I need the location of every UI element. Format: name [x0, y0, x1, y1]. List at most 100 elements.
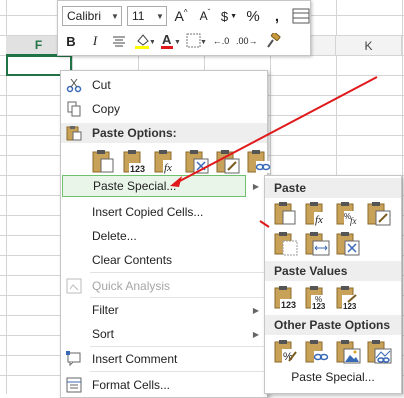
paste-formulas-icon[interactable]: fx	[303, 200, 330, 227]
menu-item-insert-comment[interactable]: Insert Comment	[61, 348, 267, 370]
paste-formulas-icon[interactable]: fx	[152, 148, 179, 175]
paste-transpose-icon[interactable]	[334, 230, 361, 257]
grow-font-button[interactable]: A ^	[172, 6, 190, 26]
paste-options-header: Paste Options:	[61, 123, 267, 143]
paste-no-borders-icon[interactable]	[272, 230, 299, 257]
menu-item-format-cells[interactable]: Format Cells...	[61, 374, 267, 396]
scissors-icon	[65, 76, 83, 94]
menu-item-sort[interactable]: Sort ▶	[61, 323, 267, 345]
menu-item-copy[interactable]: Copy	[61, 98, 267, 120]
increase-decimal-glyph: ←.0	[212, 35, 230, 46]
formula-tag: fx	[315, 214, 323, 226]
menu-item-cut[interactable]: Cut	[61, 74, 267, 96]
column-letter: K	[364, 38, 373, 53]
font-color-icon[interactable]: A ▼	[160, 31, 180, 51]
other-paste-options-row: %	[272, 338, 396, 365]
paste-icons-row-2	[272, 230, 365, 257]
shrink-font-button[interactable]: Aˇ	[196, 6, 214, 26]
paste-link-icon[interactable]	[303, 338, 330, 365]
menu-item-label: Insert Copied Cells...	[92, 205, 204, 219]
paste-options-row: 123 fx	[90, 148, 276, 175]
menu-separator	[90, 371, 265, 372]
menu-item-label: Sort	[92, 327, 115, 341]
column-header-k[interactable]: K	[336, 36, 402, 56]
paste-values-icon[interactable]: 123	[272, 284, 299, 311]
paste-column-widths-icon[interactable]	[303, 230, 330, 257]
values-tag: 123	[281, 300, 296, 310]
decrease-decimal-glyph: .00→	[236, 36, 258, 46]
fill-color-icon[interactable]: ▼	[134, 31, 154, 51]
paste-special-submenu: Paste fx % fx Paste Values 123 % 123 123 O…	[264, 175, 402, 394]
paste-formulas-number-format-icon[interactable]: % fx	[334, 200, 361, 227]
italic-glyph: I	[92, 33, 98, 48]
values-tag: 123	[343, 302, 357, 311]
bold-button[interactable]: B	[62, 31, 80, 51]
column-letter: F	[34, 38, 43, 52]
menu-item-paste-special[interactable]: Paste Special... ▶	[62, 175, 259, 197]
italic-button[interactable]: I	[86, 31, 104, 51]
paste-picture-icon[interactable]	[334, 338, 361, 365]
submenu-header-other-paste-options: Other Paste Options	[265, 315, 401, 335]
font-size-value: 11	[132, 9, 145, 23]
mini-toolbar: Calibri ▼ 11 ▼ A ^ Aˇ $ ▼ % , B I ▼ A ▼ ▼ ←…	[57, 0, 311, 56]
menu-item-label: Paste Special...	[93, 179, 177, 193]
percent-glyph: %	[246, 7, 260, 25]
paste-values-number-format-icon[interactable]: % 123	[303, 284, 330, 311]
percent-button[interactable]: %	[244, 6, 262, 26]
paste-formatting-icon[interactable]: %	[272, 338, 299, 365]
menu-item-label: Delete...	[92, 229, 137, 243]
shrink-font-glyph: A	[199, 9, 208, 23]
chevron-right-icon: ▶	[252, 305, 259, 315]
up-arrow-icon: ^	[183, 7, 188, 17]
menu-item-delete[interactable]: Delete...	[61, 225, 267, 247]
context-menu: Cut Copy Paste Options: 123 fx Paste Spe…	[60, 70, 271, 398]
comma-button[interactable]: ,	[268, 6, 286, 26]
menu-item-insert-copied-cells[interactable]: Insert Copied Cells...	[61, 201, 267, 223]
menu-item-label: Insert Comment	[92, 352, 178, 366]
borders-icon[interactable]: ▼	[186, 31, 206, 51]
format-painter-icon[interactable]	[264, 31, 282, 51]
formula-tag: fx	[164, 162, 172, 174]
decrease-decimal-button[interactable]: .00→	[236, 31, 258, 51]
format-painter-table-icon[interactable]	[292, 6, 310, 26]
menu-separator	[90, 346, 265, 347]
paste-icons-row: fx % fx	[272, 200, 396, 227]
menu-item-label: Quick Analysis	[92, 279, 171, 293]
submenu-paste-special-link[interactable]: Paste Special...	[265, 370, 401, 384]
paste-formatting-icon[interactable]	[214, 148, 241, 175]
menu-item-clear-contents[interactable]: Clear Contents	[61, 249, 267, 271]
font-name-value: Calibri	[67, 9, 102, 23]
values-tag: 123	[130, 164, 145, 174]
currency-glyph: $	[220, 8, 229, 24]
paste-icon[interactable]	[272, 200, 299, 227]
align-center-icon[interactable]	[110, 31, 128, 51]
values-tag: 123	[312, 302, 326, 311]
copy-icon	[65, 100, 83, 118]
chevron-down-icon[interactable]: ▼	[109, 12, 121, 21]
svg-text:A: A	[162, 32, 172, 47]
menu-item-label: Clear Contents	[92, 253, 173, 267]
paste-icon[interactable]	[90, 148, 117, 175]
bold-glyph: B	[66, 33, 76, 49]
font-size-box[interactable]: 11 ▼	[127, 6, 167, 26]
paste-keep-source-formatting-icon[interactable]	[365, 200, 392, 227]
menu-item-label: Filter	[92, 303, 119, 317]
paste-linked-picture-icon[interactable]	[365, 338, 392, 365]
menu-separator	[90, 272, 265, 273]
submenu-header-paste: Paste	[265, 178, 401, 198]
chevron-down-icon[interactable]: ▼	[154, 12, 166, 21]
paste-transpose-icon[interactable]	[183, 148, 210, 175]
increase-decimal-button[interactable]: ←.0	[212, 31, 230, 51]
menu-item-quick-analysis[interactable]: Quick Analysis	[61, 275, 267, 297]
menu-item-filter[interactable]: Filter ▶	[61, 299, 267, 321]
paste-values-icon[interactable]: 123	[121, 148, 148, 175]
paste-values-source-formatting-icon[interactable]: 123	[334, 284, 361, 311]
font-name-box[interactable]: Calibri ▼	[62, 6, 122, 26]
menu-separator	[90, 297, 265, 298]
menu-item-label: Format Cells...	[92, 378, 171, 392]
currency-button[interactable]: $ ▼	[220, 6, 238, 26]
section-label: Paste Options:	[92, 126, 177, 140]
paste-link-icon[interactable]	[245, 148, 272, 175]
comment-icon	[65, 350, 83, 368]
paste-values-row: 123 % 123 123	[272, 284, 365, 311]
